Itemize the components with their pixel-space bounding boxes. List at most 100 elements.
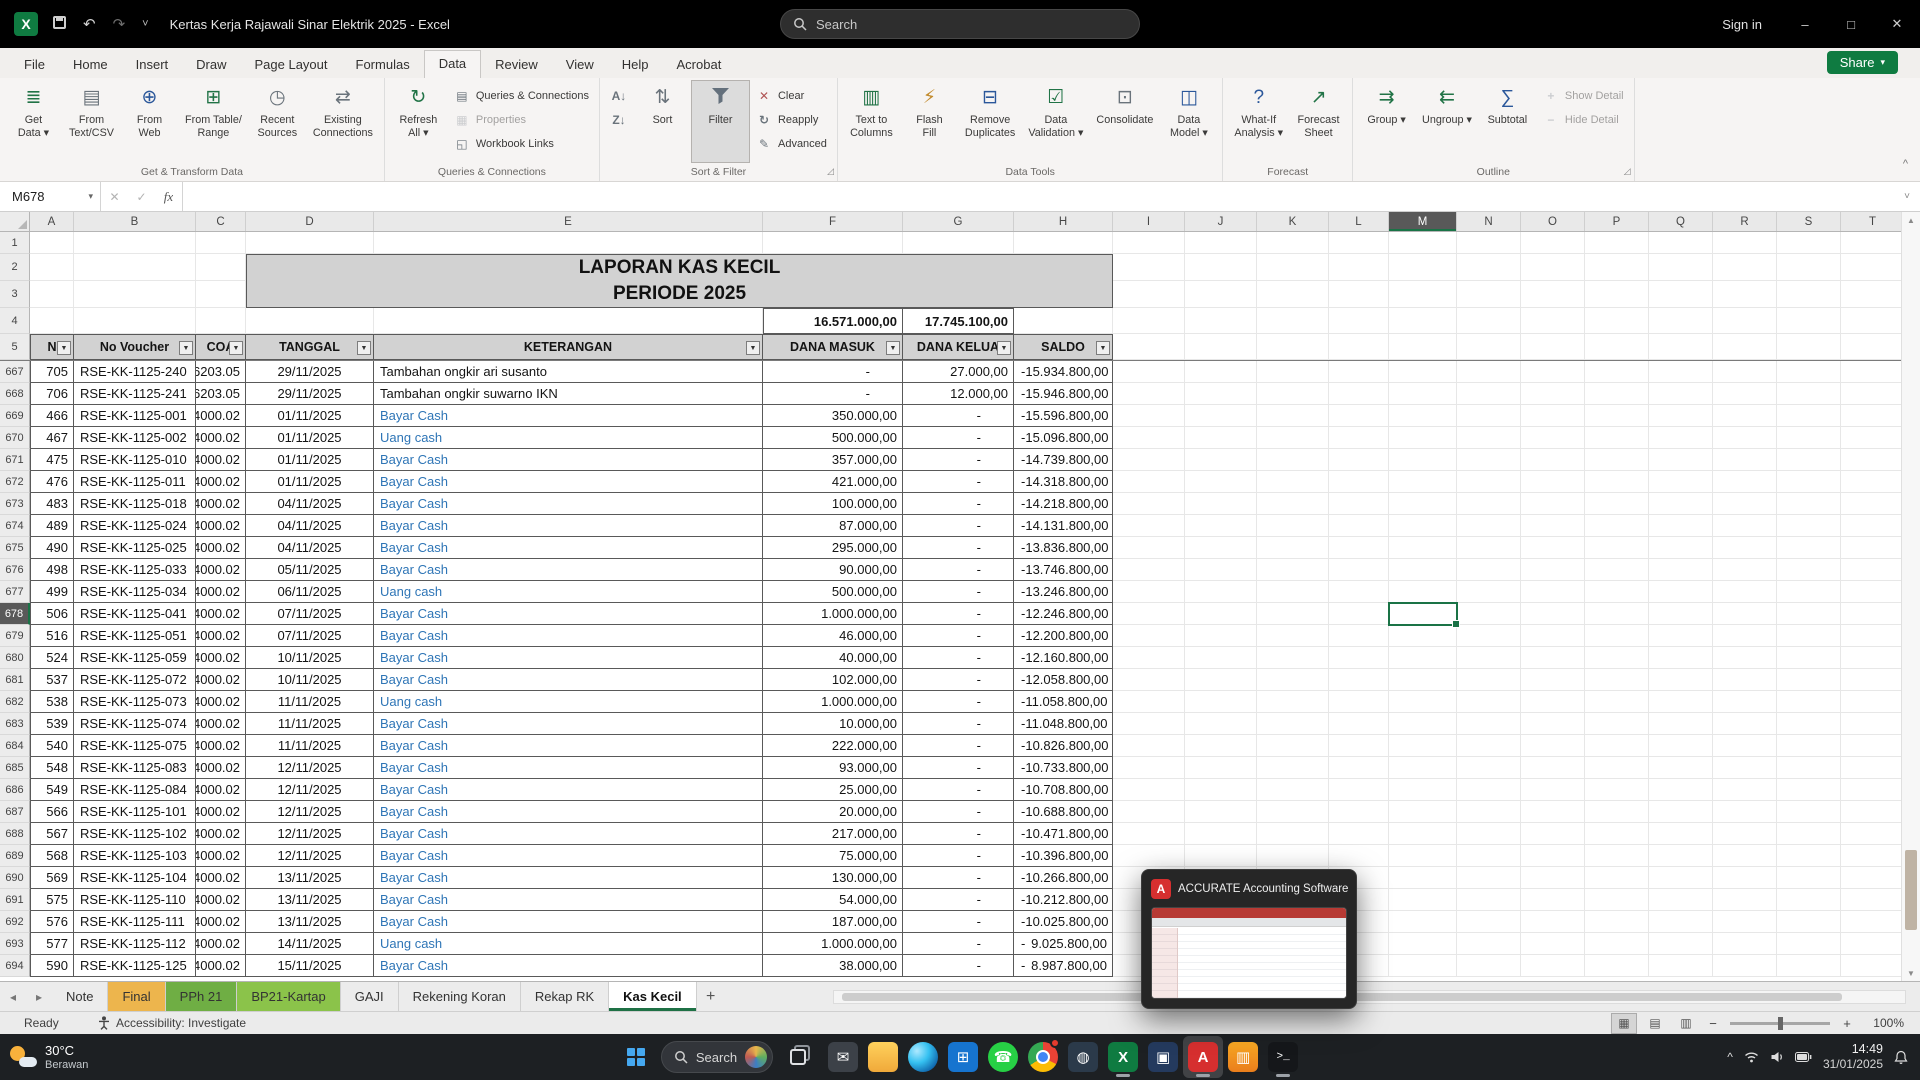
cell-A678[interactable]: 506: [30, 603, 74, 625]
cell-I687[interactable]: [1113, 801, 1185, 823]
cell-G672[interactable]: -: [903, 471, 1014, 493]
cell-J681[interactable]: [1185, 669, 1257, 691]
cell-T675[interactable]: [1841, 537, 1901, 559]
cell-T692[interactable]: [1841, 911, 1901, 933]
sheet-tab-rekap-rk[interactable]: Rekap RK: [521, 982, 609, 1011]
cell-H674[interactable]: -14.131.800,00: [1014, 515, 1113, 537]
ribbon-tab-home[interactable]: Home: [59, 52, 122, 78]
cell-T688[interactable]: [1841, 823, 1901, 845]
cell-L688[interactable]: [1329, 823, 1389, 845]
share-button[interactable]: Share ▾: [1827, 51, 1898, 74]
sheet-tab-rekening-koran[interactable]: Rekening Koran: [399, 982, 521, 1011]
cell-O694[interactable]: [1521, 955, 1585, 977]
cell-K667[interactable]: [1257, 361, 1329, 383]
cell-N674[interactable]: [1457, 515, 1521, 537]
cell-M687[interactable]: [1389, 801, 1457, 823]
cell-R688[interactable]: [1713, 823, 1777, 845]
existing-connections-button[interactable]: ⇄Existing Connections: [307, 81, 379, 162]
cell-Q5[interactable]: [1649, 334, 1713, 360]
cell-T672[interactable]: [1841, 471, 1901, 493]
cell-L678[interactable]: [1329, 603, 1389, 625]
cell-Q672[interactable]: [1649, 471, 1713, 493]
cell-O679[interactable]: [1521, 625, 1585, 647]
close-button[interactable]: ✕: [1874, 0, 1920, 48]
cell-N684[interactable]: [1457, 735, 1521, 757]
cell-L687[interactable]: [1329, 801, 1389, 823]
page-layout-view-button[interactable]: ▤: [1643, 1014, 1667, 1033]
text-to-columns-button[interactable]: ▥Text to Columns: [843, 81, 900, 162]
cell-Q680[interactable]: [1649, 647, 1713, 669]
cell-E688[interactable]: Bayar Cash: [374, 823, 763, 845]
selected-cell-outline[interactable]: [1388, 602, 1458, 626]
cell-Q677[interactable]: [1649, 581, 1713, 603]
filter-dropdown-icon[interactable]: ▼: [1096, 341, 1110, 355]
cell-D678[interactable]: 07/11/2025: [246, 603, 374, 625]
filter-header-dana-masuk[interactable]: DANA MASUK▼: [763, 334, 903, 360]
cell-E675[interactable]: Bayar Cash: [374, 537, 763, 559]
cell-M675[interactable]: [1389, 537, 1457, 559]
row-header-685[interactable]: 685: [0, 757, 30, 779]
cell-L684[interactable]: [1329, 735, 1389, 757]
cell-N683[interactable]: [1457, 713, 1521, 735]
cell-D693[interactable]: 14/11/2025: [246, 933, 374, 955]
cell-A3[interactable]: [30, 281, 74, 308]
zoom-out-button[interactable]: −: [1705, 1016, 1721, 1031]
cell-K677[interactable]: [1257, 581, 1329, 603]
cell-L5[interactable]: [1329, 334, 1389, 360]
cell-S669[interactable]: [1777, 405, 1841, 427]
cell-H680[interactable]: -12.160.800,00: [1014, 647, 1113, 669]
cell-D676[interactable]: 05/11/2025: [246, 559, 374, 581]
cell-B692[interactable]: RSE-KK-1125-111: [74, 911, 196, 933]
sheet-tab-gaji[interactable]: GAJI: [341, 982, 399, 1011]
cell-P671[interactable]: [1585, 449, 1649, 471]
cell-T4[interactable]: [1841, 308, 1901, 334]
cell-E687[interactable]: Bayar Cash: [374, 801, 763, 823]
cell-Q688[interactable]: [1649, 823, 1713, 845]
row-header-694[interactable]: 694: [0, 955, 30, 977]
cell-C683[interactable]: 4000.02: [196, 713, 246, 735]
cell-K679[interactable]: [1257, 625, 1329, 647]
cell-R691[interactable]: [1713, 889, 1777, 911]
column-header-c[interactable]: C: [196, 212, 246, 231]
cell-T5[interactable]: [1841, 334, 1901, 360]
cell-S671[interactable]: [1777, 449, 1841, 471]
cell-B685[interactable]: RSE-KK-1125-083: [74, 757, 196, 779]
cell-R668[interactable]: [1713, 383, 1777, 405]
cell-F675[interactable]: 295.000,00: [763, 537, 903, 559]
column-header-d[interactable]: D: [246, 212, 374, 231]
cell-Q691[interactable]: [1649, 889, 1713, 911]
from-web-button[interactable]: ⊕From Web: [121, 81, 178, 162]
cell-H691[interactable]: -10.212.800,00: [1014, 889, 1113, 911]
cell-D683[interactable]: 11/11/2025: [246, 713, 374, 735]
column-header-g[interactable]: G: [903, 212, 1014, 231]
cell-N689[interactable]: [1457, 845, 1521, 867]
reapply-button[interactable]: ↻Reapply: [750, 108, 832, 131]
taskbar-terminal-icon[interactable]: >_: [1263, 1036, 1303, 1078]
cell-J675[interactable]: [1185, 537, 1257, 559]
cell-S1[interactable]: [1777, 232, 1841, 254]
cell-G667[interactable]: 27.000,00: [903, 361, 1014, 383]
cell-T693[interactable]: [1841, 933, 1901, 955]
cell-C668[interactable]: 6203.05: [196, 383, 246, 405]
sheet-tab-final[interactable]: Final: [108, 982, 165, 1011]
cell-L669[interactable]: [1329, 405, 1389, 427]
cell-T691[interactable]: [1841, 889, 1901, 911]
cell-Q674[interactable]: [1649, 515, 1713, 537]
cell-R672[interactable]: [1713, 471, 1777, 493]
cell-F680[interactable]: 40.000,00: [763, 647, 903, 669]
cell-C675[interactable]: 4000.02: [196, 537, 246, 559]
cell-I689[interactable]: [1113, 845, 1185, 867]
cell-N685[interactable]: [1457, 757, 1521, 779]
cell-B2[interactable]: [74, 254, 196, 281]
cell-S688[interactable]: [1777, 823, 1841, 845]
cell-G692[interactable]: -: [903, 911, 1014, 933]
what-if-analysis-button[interactable]: ?What-If Analysis ▾: [1228, 81, 1289, 162]
cell-I676[interactable]: [1113, 559, 1185, 581]
column-header-n[interactable]: N: [1457, 212, 1521, 231]
row-header-673[interactable]: 673: [0, 493, 30, 515]
cell-F677[interactable]: 500.000,00: [763, 581, 903, 603]
cell-J683[interactable]: [1185, 713, 1257, 735]
cell-B668[interactable]: RSE-KK-1125-241: [74, 383, 196, 405]
cell-D669[interactable]: 01/11/2025: [246, 405, 374, 427]
cell-O2[interactable]: [1521, 254, 1585, 281]
